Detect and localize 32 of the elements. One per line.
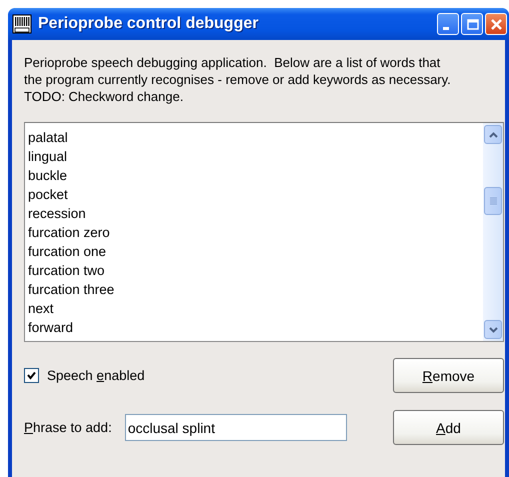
maximize-icon	[466, 18, 478, 30]
maximize-button[interactable]	[461, 13, 483, 35]
remove-button[interactable]: Remove	[393, 358, 504, 393]
list-item[interactable]: recession	[27, 204, 483, 223]
phrase-field[interactable]: occlusal splint	[124, 414, 347, 441]
close-icon	[490, 18, 502, 30]
scroll-up-button[interactable]	[484, 125, 502, 144]
scroll-thumb[interactable]	[484, 187, 502, 215]
add-button[interactable]: Add	[393, 410, 504, 445]
minimize-icon	[443, 26, 449, 30]
list-item[interactable]: pocket	[27, 185, 483, 204]
keyword-list[interactable]: palatal lingual buckle pocket recession furcation zero furcation one furcation two furcation three next forward	[24, 122, 504, 342]
scroll-bar[interactable]	[483, 123, 503, 341]
list-item[interactable]: palatal	[27, 128, 483, 147]
list-item[interactable]: furcation two	[27, 261, 483, 280]
close-button[interactable]	[485, 13, 507, 35]
list-item[interactable]: forward	[27, 318, 483, 337]
description-text: Perioprobe speech debugging application. Below are a list of words that the program currently recognises - remove or add keywords as necessary. TODO: Checkword change.	[24, 54, 452, 105]
field-label: Phrase to add:	[24, 420, 112, 435]
checkbox-label[interactable]: Speech enabled	[47, 368, 145, 383]
list-item[interactable]: lingual	[27, 147, 483, 166]
grip-icon	[490, 197, 496, 205]
window-title: Perioprobe control debugger	[38, 15, 260, 33]
scroll-down-button[interactable]	[484, 320, 502, 339]
list-item[interactable]: furcation one	[27, 242, 483, 261]
minimize-button[interactable]	[437, 13, 459, 35]
list-item[interactable]: next	[27, 299, 483, 318]
list-item[interactable]: furcation zero	[27, 223, 483, 242]
checkbox[interactable]	[24, 368, 39, 383]
app-icon	[12, 14, 32, 34]
list-item[interactable]: buckle	[27, 166, 483, 185]
list-item[interactable]: furcation three	[27, 280, 483, 299]
